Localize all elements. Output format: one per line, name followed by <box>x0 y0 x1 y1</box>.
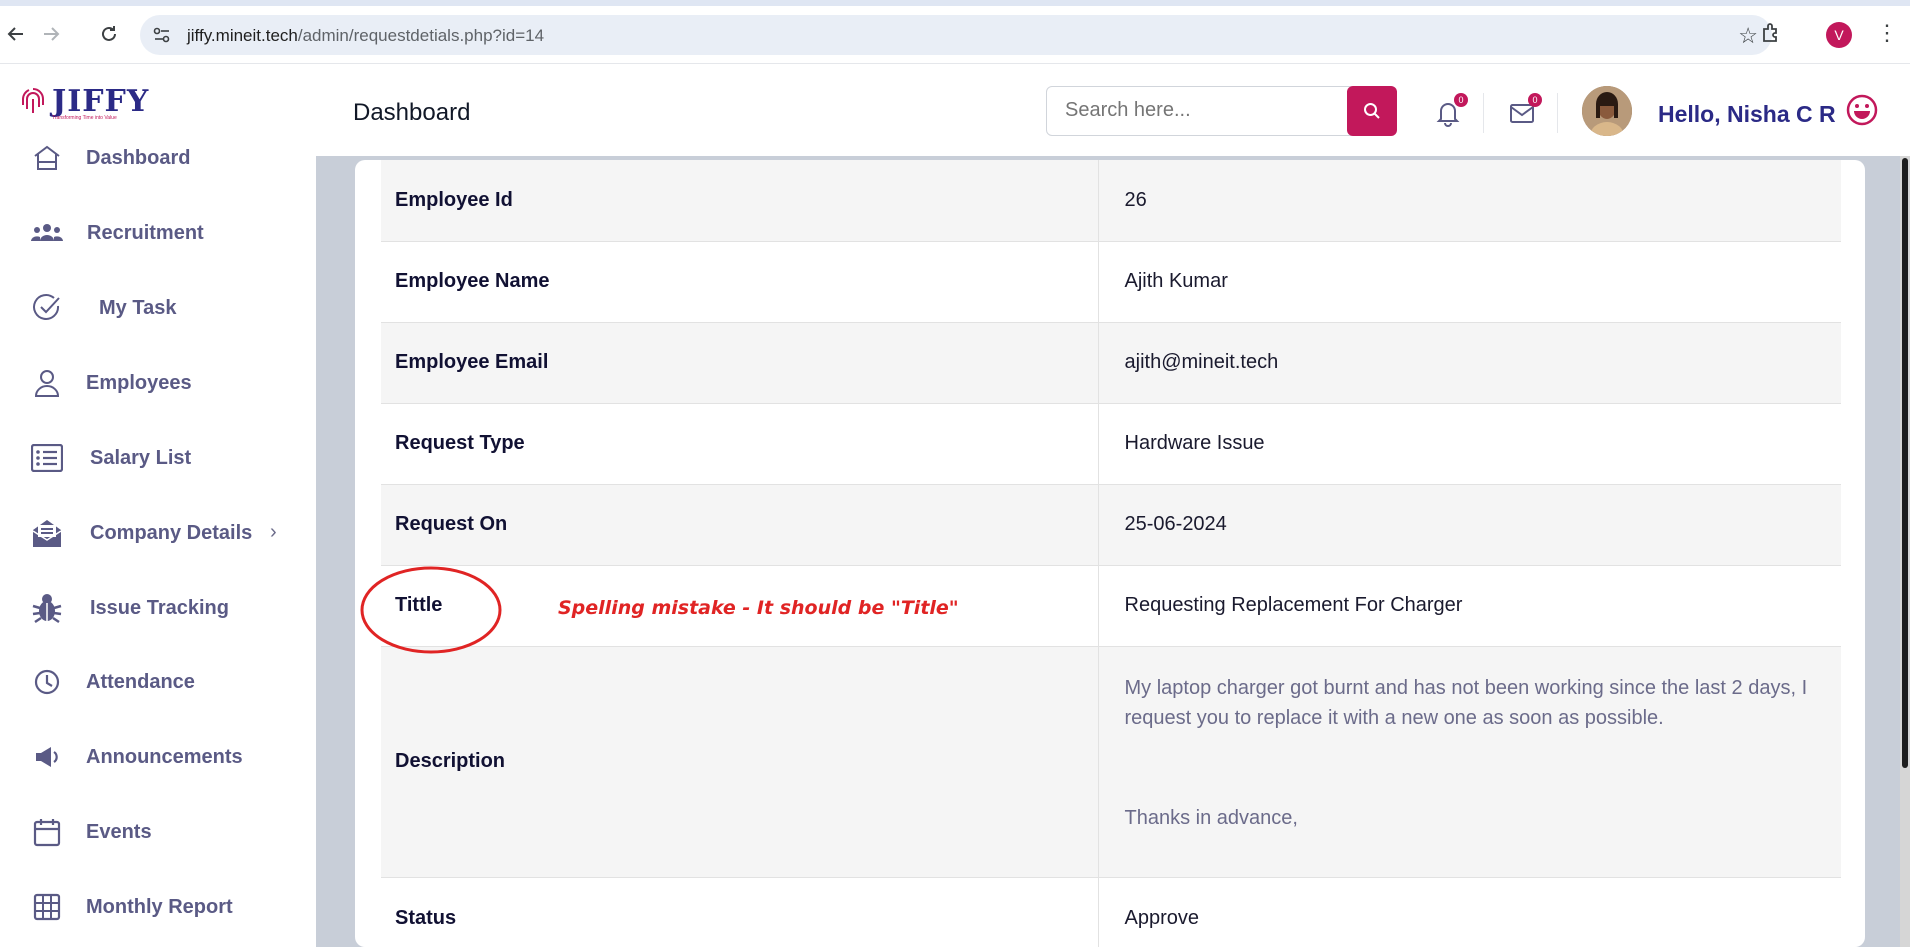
table-row: Employee Name Ajith Kumar <box>381 241 1841 323</box>
bug-icon <box>30 591 64 625</box>
description-value: My laptop charger got burnt and has not … <box>1098 646 1842 878</box>
sidebar-item-label: Attendance <box>86 670 195 693</box>
row-key: Description <box>381 646 1099 878</box>
row-value: ajith@mineit.tech <box>1098 322 1841 404</box>
search-button[interactable] <box>1347 86 1397 136</box>
chevron-right-icon[interactable]: › <box>270 521 277 544</box>
back-arrow-icon[interactable] <box>2 20 30 48</box>
sidebar-item-salary-list[interactable]: Salary List <box>30 438 191 478</box>
url-text[interactable]: jiffy.mineit.tech/admin/requestdetials.p… <box>187 26 544 46</box>
home-icon <box>30 141 64 175</box>
search-icon <box>1364 103 1380 119</box>
row-key: Status <box>381 877 1099 947</box>
row-key: Request Type <box>381 403 1099 485</box>
message-count-badge: 0 <box>1528 93 1542 107</box>
request-details-table: Employee Id 26 Employee Name Ajith Kumar… <box>381 160 1841 947</box>
megaphone-icon <box>30 740 64 774</box>
sidebar-item-employees[interactable]: Employees <box>30 363 192 403</box>
sidebar-item-label: Salary List <box>90 446 192 469</box>
sidebar: JIFFY Transforming Time into Value Dashb… <box>0 65 316 947</box>
user-icon <box>30 366 64 400</box>
clock-icon <box>30 665 64 699</box>
page-title: Dashboard <box>353 99 471 126</box>
sidebar-item-label: Dashboard <box>86 146 191 169</box>
user-greeting[interactable]: Hello, Nisha C R <box>1658 101 1836 128</box>
smile-icon <box>1846 94 1878 126</box>
sidebar-item-dashboard[interactable]: Dashboard <box>30 138 190 178</box>
sidebar-item-recruitment[interactable]: Recruitment <box>30 213 204 253</box>
logo-text: JIFFY <box>52 84 150 119</box>
sidebar-item-label: Issue Tracking <box>90 596 229 619</box>
users-icon <box>30 216 64 250</box>
sidebar-item-company-details[interactable]: Company Details › <box>30 513 277 553</box>
sidebar-item-events[interactable]: Events <box>30 812 152 852</box>
sidebar-item-label: Company Details <box>90 521 253 544</box>
annotation-circle <box>360 566 502 654</box>
description-signoff: Thanks in advance, <box>1124 806 1298 829</box>
jiffy-logo[interactable]: JIFFY Transforming Time into Value <box>18 84 150 121</box>
search-input[interactable] <box>1065 99 1315 122</box>
table-icon <box>30 890 64 924</box>
notifications-button[interactable]: 0 <box>1434 93 1468 127</box>
sidebar-item-label: Events <box>86 820 152 843</box>
row-value: Hardware Issue <box>1098 403 1841 485</box>
sidebar-item-my-task[interactable]: My Task <box>30 288 176 328</box>
request-details-card: Employee Id 26 Employee Name Ajith Kumar… <box>355 160 1865 947</box>
user-avatar[interactable] <box>1582 86 1632 136</box>
url-domain: jiffy.mineit.tech <box>187 26 298 45</box>
sidebar-item-label: Employees <box>86 371 192 394</box>
extensions-icon[interactable] <box>1760 21 1784 45</box>
row-key: Employee Name <box>381 241 1099 323</box>
sidebar-item-label: My Task <box>99 296 177 319</box>
row-key: Request On <box>381 484 1099 566</box>
row-value: Approve <box>1098 877 1841 947</box>
browser-tab-strip <box>0 0 1910 6</box>
messages-button[interactable]: 0 <box>1508 93 1542 127</box>
table-row: Employee Email ajith@mineit.tech <box>381 322 1841 404</box>
sidebar-item-issue-tracking[interactable]: Issue Tracking <box>30 588 229 628</box>
top-header: Dashboard 0 0 Hello, Nisha C R <box>316 65 1910 156</box>
sidebar-item-label: Announcements <box>86 745 243 768</box>
profile-avatar[interactable]: V <box>1826 22 1852 48</box>
list-icon <box>30 441 64 475</box>
row-value: 26 <box>1098 160 1841 242</box>
scrollbar-thumb[interactable] <box>1902 158 1908 768</box>
calendar-icon <box>30 815 64 849</box>
row-key: Employee Email <box>381 322 1099 404</box>
search-field[interactable] <box>1046 86 1356 136</box>
table-row: Employee Id 26 <box>381 160 1841 242</box>
forward-arrow-icon[interactable] <box>37 20 65 48</box>
logo-tagline: Transforming Time into Value <box>52 115 117 121</box>
mail-open-icon <box>30 516 64 550</box>
browser-toolbar: jiffy.mineit.tech/admin/requestdetials.p… <box>0 0 1910 64</box>
header-divider <box>1483 93 1484 133</box>
row-value: Requesting Replacement For Charger <box>1098 565 1841 647</box>
header-divider <box>1557 93 1558 133</box>
row-value: 25-06-2024 <box>1098 484 1841 566</box>
sidebar-item-label: Recruitment <box>87 221 204 244</box>
sidebar-item-attendance-row[interactable]: Attendance <box>30 662 195 702</box>
table-row: Request Type Hardware Issue <box>381 403 1841 485</box>
table-row: Status Approve <box>381 877 1841 947</box>
table-row: Request On 25-06-2024 <box>381 484 1841 566</box>
sidebar-item-announcements[interactable]: Announcements <box>30 737 243 777</box>
browser-menu-icon[interactable]: ⋮ <box>1876 20 1898 46</box>
annotation-note: Spelling mistake - It should be "Title" <box>558 597 959 619</box>
row-value: Ajith Kumar <box>1098 241 1841 323</box>
row-key: Employee Id <box>381 160 1099 242</box>
sidebar-item-monthly-report[interactable]: Monthly Report <box>30 887 233 927</box>
bookmark-star-icon[interactable]: ☆ <box>1738 23 1758 49</box>
notification-count-badge: 0 <box>1454 93 1468 107</box>
check-circle-icon <box>30 291 64 325</box>
description-paragraph: My laptop charger got burnt and has not … <box>1124 676 1808 729</box>
table-row: Description My laptop charger got burnt … <box>381 646 1842 878</box>
site-info-icon[interactable] <box>152 25 172 45</box>
reload-icon[interactable] <box>95 20 123 48</box>
address-bar[interactable]: jiffy.mineit.tech/admin/requestdetials.p… <box>140 15 1772 55</box>
fingerprint-icon <box>22 88 44 113</box>
sidebar-item-label: Monthly Report <box>86 895 233 918</box>
url-path: /admin/requestdetials.php?id=14 <box>297 26 545 45</box>
